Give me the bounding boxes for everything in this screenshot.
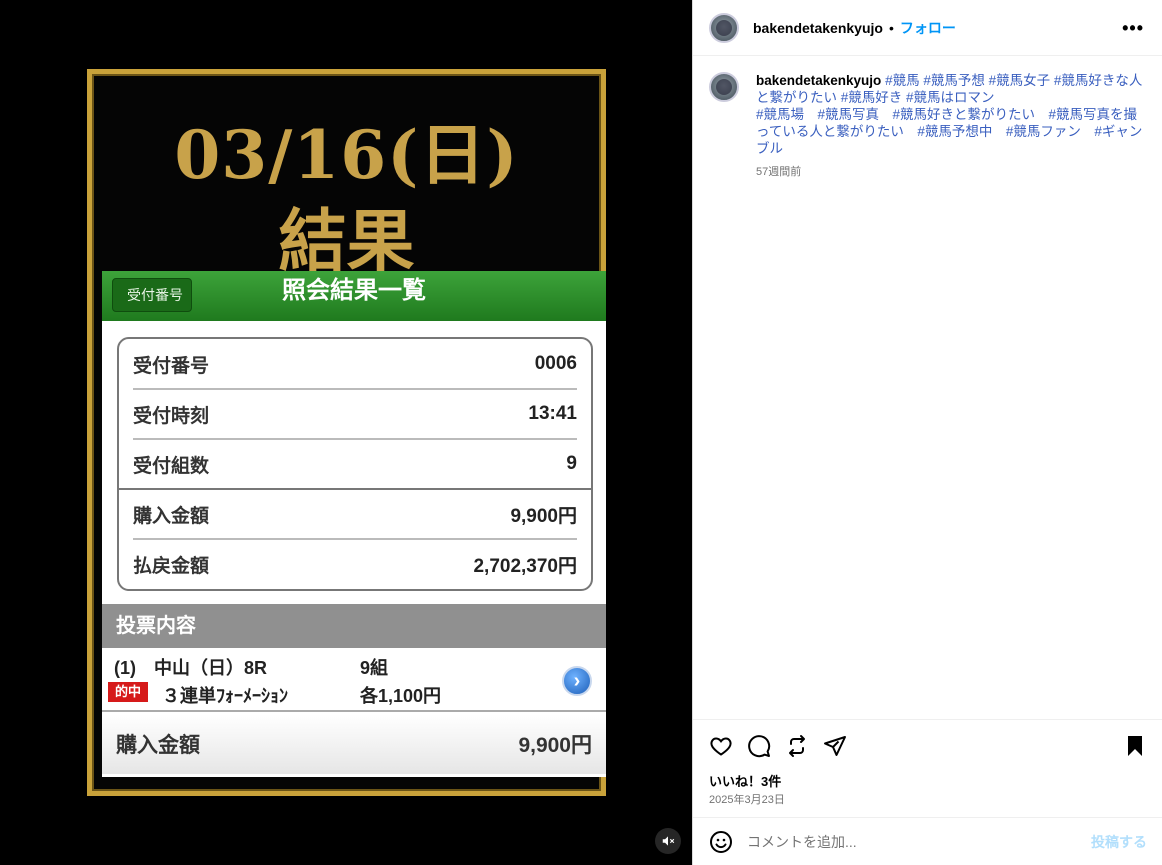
caption: bakendetakenkyujo #競馬 #競馬予想 #競馬女子 #競馬好きな…: [709, 72, 1149, 181]
post-sidebar: bakendetakenkyujo • フォロー ••• bakendetake…: [692, 0, 1162, 865]
info-value: 9: [566, 453, 577, 474]
follow-button[interactable]: フォロー: [900, 18, 956, 38]
avatar[interactable]: [709, 12, 739, 43]
more-options-icon[interactable]: •••: [1122, 18, 1144, 39]
comment-input[interactable]: コメントを追加...: [747, 832, 1091, 852]
repost-icon[interactable]: [785, 734, 809, 758]
bet-detail-row: (1) 中山（日）8R 9組 的中 ３連単ﾌｫｰﾒｰｼｮﾝ 各1,100円 ›: [102, 648, 606, 712]
info-label: 受付時刻: [133, 405, 210, 427]
info-value: 13:41: [528, 403, 577, 424]
info-row-combination-count: 受付組数 9: [133, 439, 577, 489]
separator-dot: •: [888, 19, 894, 36]
post-header: bakendetakenkyujo • フォロー •••: [693, 0, 1162, 56]
bet-combinations: 9組: [360, 658, 389, 678]
post-media[interactable]: 03/16(日) 結果 受付番号 照会結果一覧 受付番号 0006 受付時刻 1…: [0, 0, 692, 865]
heart-icon[interactable]: [709, 734, 733, 758]
info-label: 購入金額: [133, 505, 210, 527]
caption-body: bakendetakenkyujo #競馬 #競馬予想 #競馬女子 #競馬好きな…: [756, 72, 1149, 181]
receipt-info-box: 受付番号 0006 受付時刻 13:41 受付組数 9 購入金額 9,900円 …: [117, 337, 593, 591]
phone-title: 照会結果一覧: [282, 277, 426, 304]
mute-button[interactable]: [655, 828, 681, 854]
info-label: 受付番号: [133, 355, 210, 377]
post-comment-button[interactable]: 投稿する: [1091, 832, 1147, 852]
speaker-muted-icon: [662, 836, 675, 846]
bookmark-icon[interactable]: [1123, 734, 1147, 758]
ticket-screenshot: 受付番号 照会結果一覧 受付番号 0006 受付時刻 13:41 受付組数 9 …: [102, 271, 606, 777]
total-value: 9,900円: [518, 734, 592, 757]
share-icon[interactable]: [823, 734, 847, 758]
phone-header: 受付番号 照会結果一覧: [102, 271, 606, 321]
total-label: 購入金額: [116, 734, 200, 757]
bet-type: ３連単ﾌｫｰﾒｰｼｮﾝ: [162, 686, 288, 706]
comment-bar: コメントを追加... 投稿する: [693, 817, 1162, 865]
hit-badge: 的中: [108, 682, 148, 702]
caption-avatar[interactable]: [709, 72, 739, 102]
info-value: 9,900円: [510, 505, 577, 527]
post-date: 2025年3月23日: [709, 794, 785, 806]
bet-race: (1) 中山（日）8R: [114, 658, 268, 678]
info-row-purchase-amount: 購入金額 9,900円: [133, 489, 577, 539]
info-row-payout-amount: 払戻金額 2,702,370円: [133, 539, 577, 589]
info-label: 受付組数: [133, 455, 210, 477]
info-value: 2,702,370円: [473, 555, 577, 577]
caption-time-ago: 57週間前: [756, 166, 802, 178]
vote-content-header: 投票内容: [102, 604, 606, 648]
info-row-receipt-time: 受付時刻 13:41: [133, 389, 577, 439]
total-purchase-row: 購入金額 9,900円: [102, 714, 606, 774]
info-label: 払戻金額: [133, 555, 210, 577]
username-link[interactable]: bakendetakenkyujo: [753, 20, 883, 36]
info-value: 0006: [534, 353, 577, 374]
post-actions: いいね！3件 2025年3月23日: [693, 719, 1162, 817]
emoji-icon[interactable]: [709, 830, 733, 854]
poster-date: 03/16(日): [174, 116, 519, 194]
comment-icon[interactable]: [747, 734, 771, 758]
likes-count[interactable]: いいね！3件: [709, 771, 781, 790]
chevron-right-icon: ›: [562, 666, 592, 696]
bet-unit-amount: 各1,100円: [360, 686, 442, 706]
action-icons: [709, 734, 847, 758]
caption-username[interactable]: bakendetakenkyujo: [756, 73, 881, 88]
info-row-receipt-number: 受付番号 0006: [133, 339, 577, 389]
